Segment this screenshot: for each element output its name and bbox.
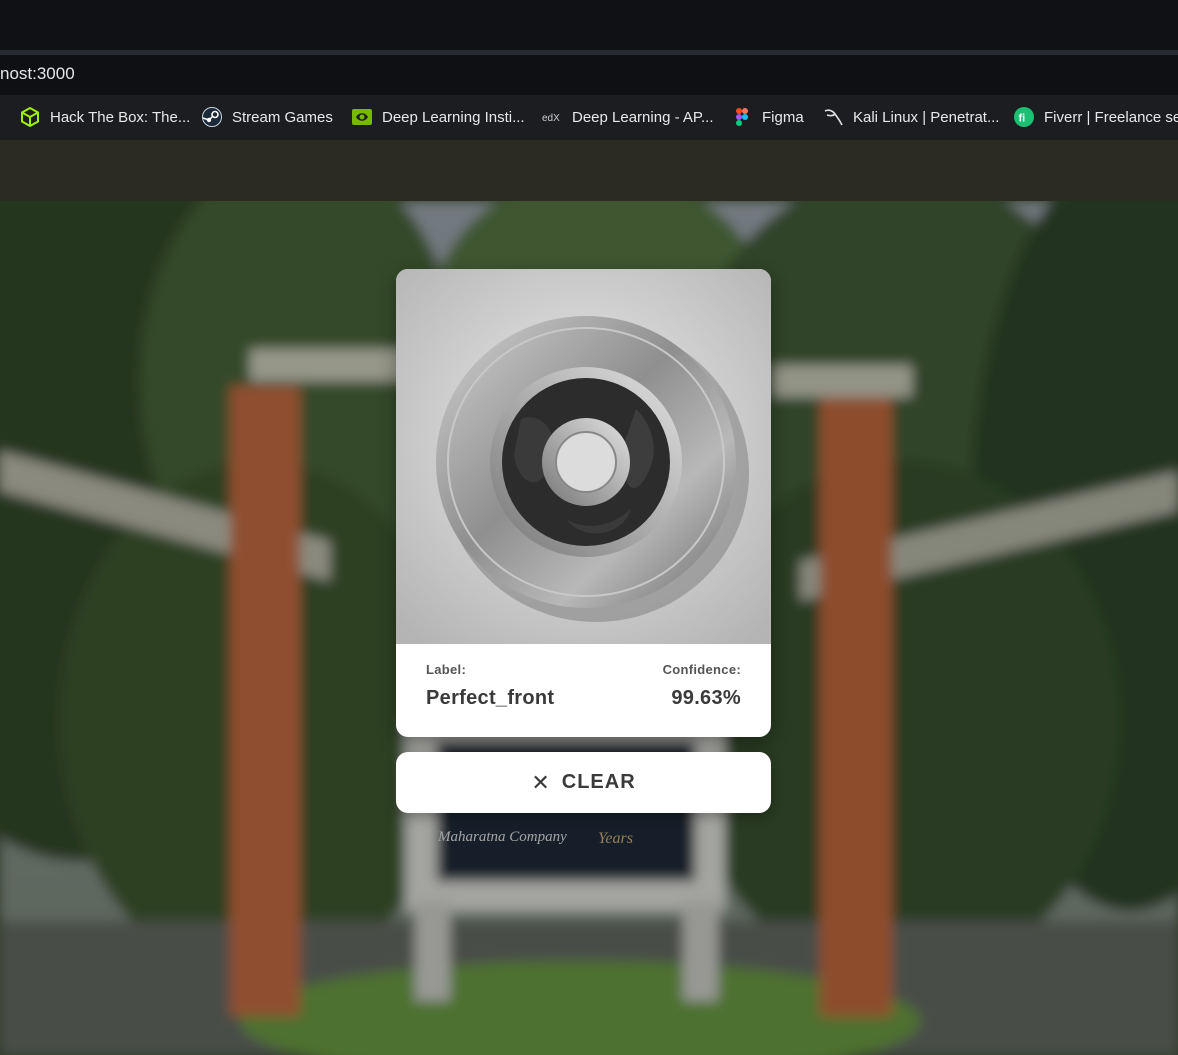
bookmark-label: Hack The Box: The... bbox=[50, 108, 191, 126]
bookmark-label: Deep Learning - AP... bbox=[572, 108, 714, 126]
bookmark-kali[interactable]: Kali Linux | Penetrat... bbox=[823, 105, 999, 129]
svg-text:edX: edX bbox=[542, 113, 560, 124]
uploaded-part-image bbox=[396, 269, 771, 644]
bookmark-nvidia-dli[interactable]: Deep Learning Insti... bbox=[352, 105, 525, 129]
label-caption: Label: bbox=[426, 662, 467, 677]
confidence-caption: Confidence: bbox=[662, 662, 741, 677]
bookmark-label: Kali Linux | Penetrat... bbox=[853, 108, 1000, 126]
clear-button[interactable]: ✕ CLEAR bbox=[396, 752, 771, 813]
app-header-bar bbox=[0, 140, 1178, 201]
close-icon: ✕ bbox=[531, 769, 550, 795]
figma-icon bbox=[732, 107, 752, 127]
steam-icon bbox=[202, 107, 222, 127]
bookmark-hackthebox[interactable]: Hack The Box: The... bbox=[20, 105, 190, 129]
bookmark-fiverr[interactable]: fi Fiverr | Freelance se... bbox=[1014, 105, 1178, 129]
bookmark-label: Deep Learning Insti... bbox=[382, 108, 525, 126]
bookmark-label: Fiverr | Freelance se... bbox=[1044, 108, 1178, 126]
nvidia-icon bbox=[352, 107, 372, 127]
bookmark-edx[interactable]: edX Deep Learning - AP... bbox=[542, 105, 714, 129]
bookmark-steam[interactable]: Stream Games bbox=[202, 105, 333, 129]
address-bar-url[interactable]: nost:3000 bbox=[0, 64, 75, 84]
fiverr-icon: fi bbox=[1014, 107, 1034, 127]
bookmarks-bar: Hack The Box: The... Stream Games Deep L… bbox=[0, 95, 1178, 140]
svg-text:fi: fi bbox=[1019, 113, 1026, 125]
prediction-card: Label: Confidence: Perfect_front 99.63% bbox=[396, 269, 771, 737]
confidence-value: 99.63% bbox=[671, 687, 741, 709]
clear-button-label: CLEAR bbox=[561, 771, 636, 793]
bookmark-label: Stream Games bbox=[232, 108, 333, 126]
hackthebox-cube-icon bbox=[20, 107, 40, 127]
kali-dragon-icon bbox=[823, 107, 843, 127]
address-bar[interactable] bbox=[0, 55, 1178, 95]
browser-tab-strip bbox=[0, 0, 1178, 50]
predicted-label: Perfect_front bbox=[426, 687, 555, 709]
bookmark-label: Figma bbox=[762, 108, 804, 126]
bookmark-figma[interactable]: Figma bbox=[732, 105, 804, 129]
edx-icon: edX bbox=[542, 107, 562, 127]
